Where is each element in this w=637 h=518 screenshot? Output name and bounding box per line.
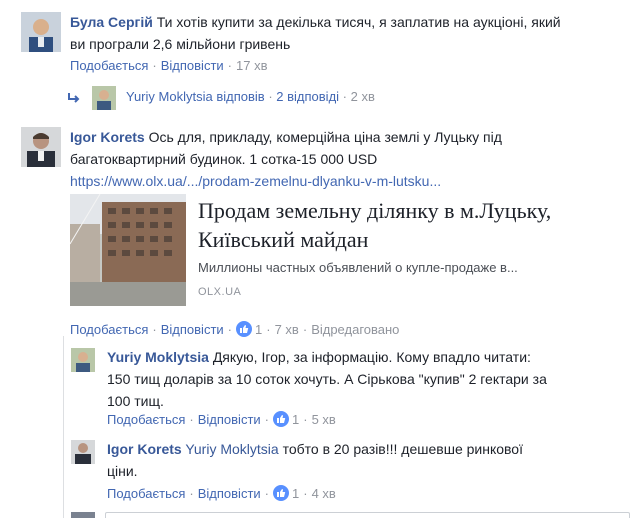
timestamp[interactable]: 5 хв <box>312 412 336 427</box>
like-button[interactable]: Подобається <box>70 322 148 337</box>
avatar[interactable] <box>71 440 95 464</box>
timestamp[interactable]: 2 хв <box>351 89 375 104</box>
separator: · <box>227 322 233 337</box>
separator: · <box>189 412 194 427</box>
reply-body: Yuriy Moklytsia Дякую, Ігор, за інформац… <box>107 346 632 412</box>
like-icon[interactable] <box>273 485 290 501</box>
separator: · <box>268 89 273 104</box>
reply-body: Igor Korets Yuriy Moklytsia тобто в 20 р… <box>107 438 632 482</box>
mention-link[interactable]: Yuriy Moklytsia <box>185 441 278 457</box>
composer-avatar <box>71 512 95 518</box>
comment-text: тобто в 20 разів!!! дешевше ринкової <box>282 441 523 457</box>
like-button[interactable]: Подобається <box>107 412 185 427</box>
profile-photo <box>71 348 95 372</box>
edited-label[interactable]: Відредаговано <box>311 322 399 337</box>
card-description: Миллионы частных объявлений о купле-прод… <box>198 260 518 275</box>
comment-body: Igor Korets Ось для, прикладу, комерційн… <box>70 126 630 192</box>
comment-author[interactable]: Була Сергій <box>70 14 153 30</box>
comment-actions: Подобається · Відповісти · 1 · 7 хв · Відредагов… <box>70 321 399 337</box>
reply-button[interactable]: Відповісти <box>198 486 261 501</box>
card-domain: OLX.UA <box>198 286 242 298</box>
timestamp[interactable]: 4 хв <box>312 486 336 501</box>
comment-text-cont: ви програли 2,6 мільйони гривень <box>70 36 291 52</box>
like-icon[interactable] <box>273 411 290 427</box>
timestamp[interactable]: 17 хв <box>236 58 267 73</box>
separator: · <box>266 322 271 337</box>
comment-author[interactable]: Igor Korets <box>70 129 145 145</box>
replies-count[interactable]: 2 відповіді <box>276 89 339 104</box>
comment-text-cont: багатоквартирний будинок. 1 сотка-15 000… <box>70 151 378 167</box>
separator: · <box>264 412 270 427</box>
thread-line <box>63 336 64 518</box>
comment-text: Ось для, прикладу, комерційна ціна землі… <box>148 129 502 145</box>
reply-button[interactable]: Відповісти <box>161 322 224 337</box>
reply-verb: відповів <box>216 89 265 104</box>
comment-text-cont: 100 тищ. <box>107 393 164 409</box>
comment-body: Була Сергій Ти хотів купити за декілька … <box>70 11 630 55</box>
comment-actions: Подобається · Відповісти · 1 · 4 хв <box>107 485 336 501</box>
like-count[interactable]: 1 <box>292 412 299 427</box>
comment-author[interactable]: Igor Korets <box>107 441 182 457</box>
profile-photo <box>92 86 116 110</box>
link-preview-card[interactable]: Продам земельну ділянку в м.Луцьку, Київ… <box>70 194 627 308</box>
reply-arrow-icon <box>68 93 80 103</box>
comment-actions: Подобається · Відповісти · 17 хв <box>70 58 268 73</box>
like-icon[interactable] <box>236 321 253 337</box>
avatar[interactable] <box>21 127 61 167</box>
separator: · <box>189 486 194 501</box>
avatar[interactable] <box>21 12 61 52</box>
profile-photo <box>21 127 61 167</box>
reply-input[interactable] <box>105 512 630 518</box>
profile-photo <box>71 440 95 464</box>
building-photo <box>70 194 186 306</box>
like-count[interactable]: 1 <box>292 486 299 501</box>
card-title-line: Київський майдан <box>198 227 369 252</box>
comment-link[interactable]: https://www.olx.ua/.../prodam-zemelnu-dl… <box>70 173 441 189</box>
comment-text-cont: 150 тищ доларів за 10 соток хочуть. А Сі… <box>107 371 547 387</box>
like-button[interactable]: Подобається <box>70 58 148 73</box>
comment-author[interactable]: Yuriy Moklytsia <box>107 349 209 365</box>
reply-author[interactable]: Yuriy Moklytsia <box>126 89 213 104</box>
like-count[interactable]: 1 <box>255 322 262 337</box>
separator: · <box>227 58 233 73</box>
comment-text: Ти хотів купити за декілька тисяч, я зап… <box>156 14 561 30</box>
like-button[interactable]: Подобається <box>107 486 185 501</box>
reply-button[interactable]: Відповісти <box>198 412 261 427</box>
timestamp[interactable]: 7 хв <box>275 322 299 337</box>
separator: · <box>303 486 308 501</box>
separator: · <box>342 89 348 104</box>
reply-button[interactable]: Відповісти <box>161 58 224 73</box>
comment-text: Дякую, Ігор, за інформацію. Кому впадло … <box>212 349 531 365</box>
card-title-line: Продам земельну ділянку в м.Луцьку, <box>198 198 552 223</box>
avatar[interactable] <box>71 348 95 372</box>
separator: · <box>152 58 157 73</box>
comment-actions: Подобається · Відповісти · 1 · 5 хв <box>107 411 336 427</box>
separator: · <box>152 322 157 337</box>
card-title[interactable]: Продам земельну ділянку в м.Луцьку, Київ… <box>198 196 618 254</box>
profile-photo <box>21 12 61 52</box>
separator: · <box>303 412 308 427</box>
comment-text-cont: ціни. <box>107 463 138 479</box>
separator: · <box>264 486 270 501</box>
avatar <box>92 86 116 110</box>
preview-image <box>70 194 186 306</box>
separator: · <box>302 322 308 337</box>
